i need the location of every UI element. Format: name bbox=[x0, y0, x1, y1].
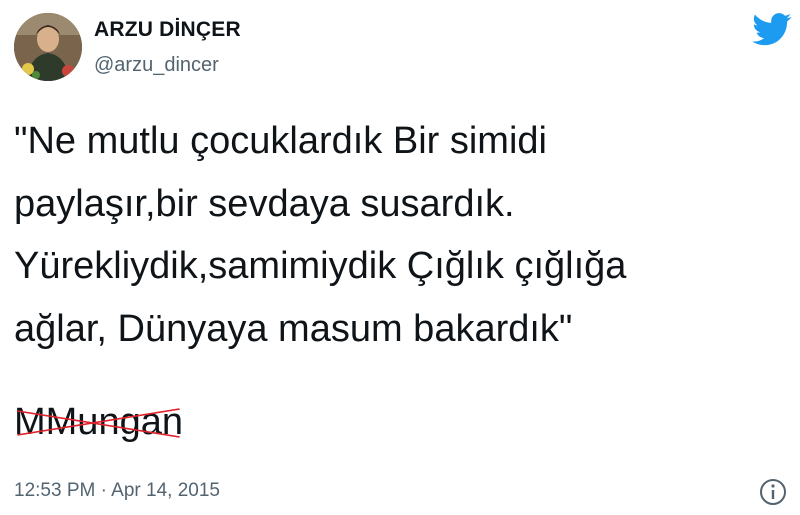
meta-separator: · bbox=[100, 480, 107, 501]
twitter-bird-icon[interactable] bbox=[752, 13, 792, 46]
tweet-line: Yürekliydik,samimiydik Çığlık çığlığa bbox=[14, 245, 627, 287]
tweet-line: ağlar, Dünyaya masum bakardık" bbox=[14, 307, 573, 350]
author-display-name[interactable]: ARZU DİNÇER bbox=[94, 18, 241, 42]
profile-photo-icon bbox=[14, 13, 82, 81]
tweet-line: paylaşır,bir sevdaya susardık. bbox=[14, 182, 515, 225]
red-strike-icon bbox=[17, 408, 180, 438]
tweet-date: Apr 14, 2015 bbox=[111, 480, 220, 501]
tweet-text: "Ne mutlu çocuklardık Bir simidi paylaşı… bbox=[14, 110, 784, 360]
author-handle[interactable]: @arzu_dincer bbox=[94, 54, 219, 77]
tweet-line: "Ne mutlu çocuklardık Bir simidi bbox=[14, 120, 547, 162]
tweet-timestamp[interactable]: 12:53 PM · Apr 14, 2015 bbox=[14, 480, 220, 502]
struck-attribution: MMungan bbox=[14, 391, 183, 454]
info-icon[interactable] bbox=[758, 477, 788, 507]
avatar[interactable] bbox=[14, 13, 82, 81]
tweet-time: 12:53 PM bbox=[14, 480, 96, 501]
